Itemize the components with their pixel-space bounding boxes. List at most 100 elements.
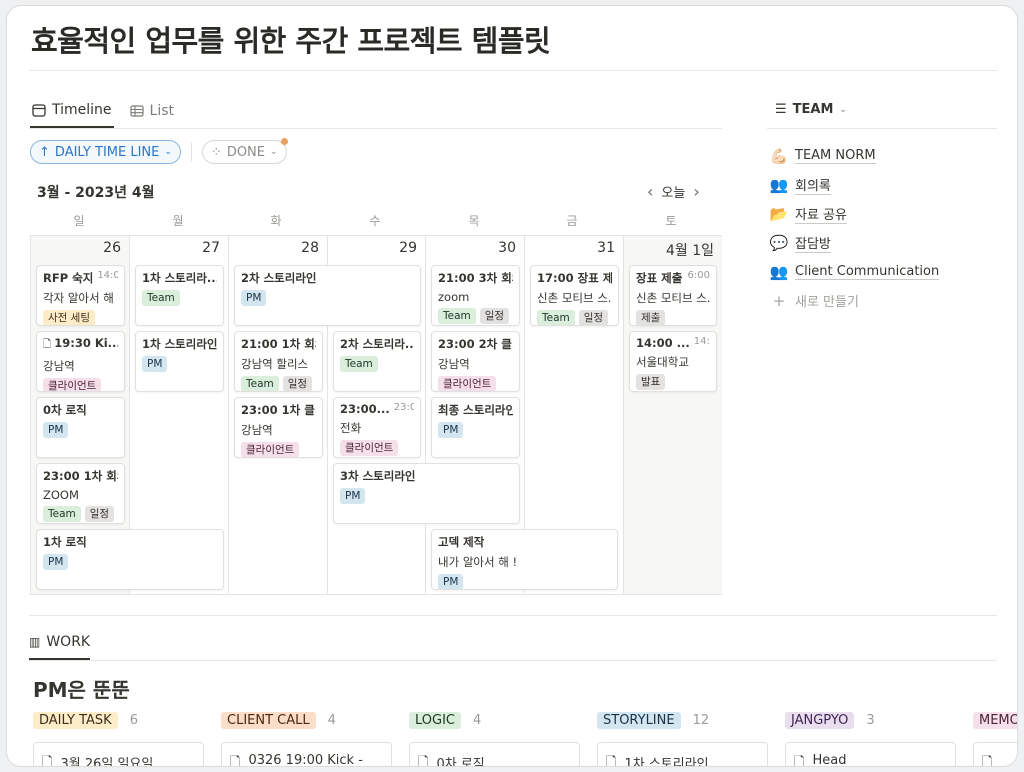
- column-label[interactable]: MEMO: [973, 712, 1017, 729]
- event-time: 14:00: [97, 270, 118, 281]
- board-card-title: 3월 26일 일요일: [60, 757, 154, 766]
- event-title: 2차 스토리라...: [340, 337, 414, 351]
- title-divider: [29, 70, 997, 71]
- team-item-files[interactable]: 📂 자료 공유: [769, 199, 939, 228]
- event-card[interactable]: 14:00 ...14:00 서울대학교 발표: [629, 331, 717, 392]
- event-tag: PM: [438, 422, 464, 438]
- daily-filter-label: DAILY TIME LINE: [54, 144, 160, 160]
- event-card[interactable]: 23:00 1차 회의 ZOOM Team일정: [36, 463, 125, 524]
- event-tag: PM: [340, 488, 366, 504]
- event-card[interactable]: 17:00 장표 제작 신촌 모티브 스... Team일정: [530, 265, 619, 326]
- team-item-norm[interactable]: 💪🏻 TEAM NORM: [769, 141, 939, 170]
- event-tag: 일정: [282, 376, 313, 391]
- column-count: 12: [692, 713, 710, 728]
- event-tag: Team: [438, 308, 476, 324]
- event-time: 23:00: [393, 402, 414, 413]
- event-card[interactable]: 1차 스토리라인 PM: [135, 331, 224, 392]
- board-card[interactable]: 🗋 1차 스토리라인: [597, 742, 768, 766]
- event-card[interactable]: 1차 스토리라... Team: [135, 265, 224, 326]
- daily-timeline-filter[interactable]: ↑ DAILY TIME LINE ⌄: [30, 140, 181, 164]
- notification-dot: [280, 138, 288, 145]
- tabs-divider: [29, 128, 722, 129]
- board-card[interactable]: 🗋: [973, 742, 1017, 766]
- day-number: 4월 1일: [665, 243, 714, 259]
- event-card[interactable]: 최종 스토리라인 PM: [431, 397, 520, 458]
- event-card[interactable]: 23:00 2차 클... 강남역 클라이언트: [431, 331, 520, 392]
- team-item-label: 잡담방: [795, 233, 831, 253]
- done-filter[interactable]: ⁘ DONE ⌄: [201, 138, 288, 164]
- event-card[interactable]: 3차 스토리라인 PM: [333, 463, 520, 524]
- event-card[interactable]: 2차 스토리라... Team: [333, 331, 421, 392]
- board-card[interactable]: 🗋 0차 로직: [409, 742, 580, 766]
- team-item-client[interactable]: 👥 Client Communication: [769, 257, 940, 286]
- weekday-wed: 수: [369, 214, 381, 228]
- board-column-memo: MEMO 🗋: [973, 712, 1017, 766]
- event-card[interactable]: 2차 스토리라인 PM: [234, 265, 421, 326]
- new-page-button[interactable]: + 새로 만들기: [769, 286, 939, 315]
- event-card[interactable]: 0차 로직 PM: [36, 397, 125, 458]
- column-label[interactable]: DAILY TASK: [33, 712, 118, 729]
- column-label[interactable]: STORYLINE: [597, 712, 681, 729]
- event-time: 6:00: [687, 270, 710, 281]
- board-card-title: 0차 로직: [436, 757, 485, 766]
- board-card[interactable]: 🗋 0326 19:00 Kick -: [221, 742, 392, 766]
- work-divider: [29, 660, 997, 661]
- event-card[interactable]: 1차 로직 PM: [36, 529, 224, 590]
- column-label[interactable]: LOGIC: [409, 712, 461, 729]
- event-tag: 일정: [479, 308, 510, 324]
- event-card[interactable]: 21:00 1차 회의 강남역 할리스 Team일정: [234, 331, 323, 392]
- view-tabs: Timeline List: [30, 98, 176, 128]
- tab-timeline[interactable]: Timeline: [30, 98, 114, 128]
- today-button[interactable]: 오늘: [661, 182, 685, 201]
- team-item-minutes[interactable]: 👥 회의록: [769, 170, 939, 199]
- page-icon: 🗋: [43, 339, 55, 350]
- page-icon: 🗋: [982, 755, 993, 766]
- event-tag: PM: [43, 422, 69, 438]
- team-item-label: 자료 공유: [795, 204, 847, 224]
- event-tag: 클라이언트: [340, 440, 399, 456]
- calendar-nav: ‹ 오늘 ›: [647, 182, 700, 201]
- event-card[interactable]: 🗋 19:30 Ki... 강남역 클라이언트: [36, 331, 125, 392]
- board-card[interactable]: 🗋 3월 26일 일요일: [33, 742, 204, 766]
- board-column-daily-task: DAILY TASK 6 🗋 3월 26일 일요일: [33, 712, 221, 766]
- tab-work[interactable]: ▥ WORK: [29, 634, 91, 660]
- chevron-left-icon[interactable]: ‹: [647, 182, 653, 201]
- day-number: 26: [103, 240, 121, 256]
- month-label: 3월 - 2023년 4월: [37, 185, 155, 201]
- event-title: 1차 스토리라...: [142, 271, 217, 285]
- column-label[interactable]: JANGPYO: [785, 712, 855, 729]
- event-title: 1차 스토리라인: [142, 337, 217, 351]
- column-count: 4: [473, 713, 482, 728]
- column-label[interactable]: CLIENT CALL: [221, 712, 316, 729]
- team-item-chat[interactable]: 💬 잡담방: [769, 228, 939, 257]
- event-subtitle: 내가 알아서 해 !: [438, 555, 518, 569]
- day-number: 29: [399, 240, 417, 256]
- event-card[interactable]: 고덱 제작 내가 알아서 해 ! PM: [431, 529, 618, 590]
- board-card[interactable]: 🗋 Head: [785, 742, 956, 766]
- event-title: 23:00 1차 클...: [241, 403, 316, 417]
- event-title: 17:00 장표 제작: [537, 271, 612, 285]
- board-card-title: Head: [812, 753, 847, 766]
- event-card[interactable]: RFP 숙지14:00 각자 알아서 해 ! 사전 세팅: [36, 265, 125, 326]
- page-title: 효율적인 업무를 위한 주간 프로젝트 템플릿: [31, 24, 551, 58]
- weekday-mon: 월: [172, 214, 184, 228]
- event-card[interactable]: 23:00...23:00 전화 클라이언트: [333, 397, 421, 458]
- loading-icon: ⁘: [210, 144, 222, 160]
- event-tag: 클라이언트: [438, 376, 497, 391]
- list-icon: ☰: [775, 102, 787, 117]
- event-card[interactable]: 장표 제출 6:00 신촌 모티브 스... 제출: [629, 265, 717, 326]
- event-tag: 클라이언트: [241, 442, 300, 457]
- event-tag: Team: [43, 506, 81, 522]
- team-view-selector[interactable]: ☰ TEAM ⌄: [775, 102, 847, 117]
- event-card[interactable]: 21:00 3차 회의 zoom Team일정: [431, 265, 520, 326]
- event-card[interactable]: 23:00 1차 클... 강남역 클라이언트: [234, 397, 323, 458]
- chevron-right-icon[interactable]: ›: [693, 182, 699, 201]
- event-subtitle: 각자 알아서 해 !: [43, 291, 118, 305]
- event-tag: 사전 세팅: [43, 310, 95, 325]
- tab-list[interactable]: List: [128, 98, 176, 128]
- chevron-down-icon: ⌄: [270, 147, 278, 157]
- event-tag: 발표: [636, 374, 666, 390]
- weekday-fri: 금: [566, 214, 578, 228]
- event-title: 2차 스토리라인: [241, 271, 317, 285]
- calendar-grid: 26 27 28 29 30 31 4월 1일 RFP 숙지14:00 각자 알…: [30, 235, 722, 595]
